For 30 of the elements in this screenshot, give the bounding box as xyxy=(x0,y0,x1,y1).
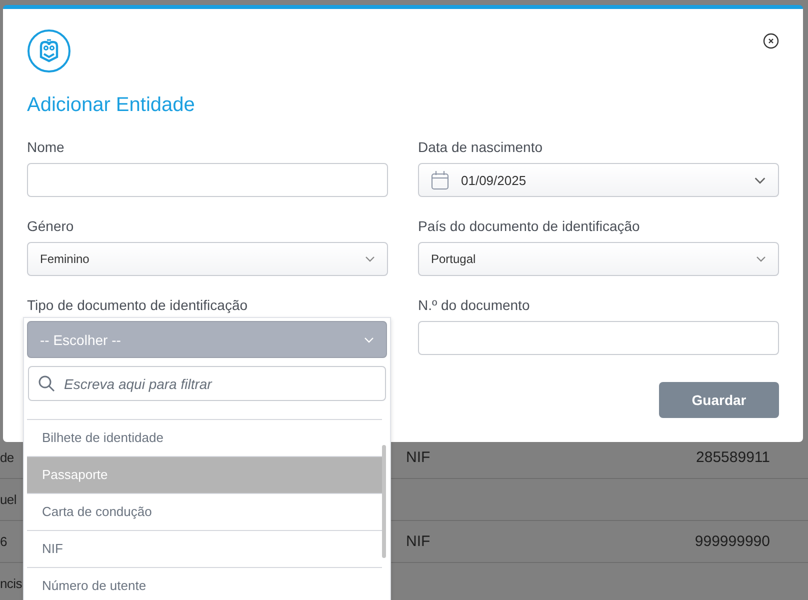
logo-icon xyxy=(27,29,71,73)
filter-field[interactable]: Escreva aqui para filtrar xyxy=(28,366,386,401)
text-field[interactable] xyxy=(27,163,388,197)
table-cell: NIF xyxy=(406,533,430,550)
table-cell: ncis xyxy=(0,576,22,591)
chevron-icon xyxy=(756,256,766,262)
table-cell: de xyxy=(0,450,14,465)
select-field[interactable]: Feminino xyxy=(27,242,388,276)
table-cell: 285589911 xyxy=(696,449,770,466)
table-cell: NIF xyxy=(406,449,430,466)
table-cell: 6 xyxy=(0,534,7,549)
scrollbar[interactable] xyxy=(382,445,386,558)
chevron-icon xyxy=(754,176,766,184)
field-label: Género xyxy=(27,218,75,234)
close-button[interactable] xyxy=(763,33,779,49)
field-label: N.º do documento xyxy=(418,297,531,313)
field-label: Data de nascimento xyxy=(418,139,544,155)
select-field[interactable]: Portugal xyxy=(418,242,779,276)
date-field[interactable]: 01/09/2025 xyxy=(418,163,779,197)
save-button[interactable]: Guardar xyxy=(659,382,779,418)
field-label: Tipo de documento de identificação xyxy=(27,297,249,313)
field-label: Nome xyxy=(27,139,66,155)
calendar-icon xyxy=(431,170,449,190)
dialog-title: Adicionar Entidade xyxy=(27,94,196,117)
chevron-icon xyxy=(364,336,374,342)
text-field[interactable] xyxy=(418,321,779,355)
field-label: País do documento de identificação xyxy=(418,218,641,234)
chevron-icon xyxy=(365,256,375,262)
table-cell: uel xyxy=(0,492,16,507)
table-cell: 999999990 xyxy=(694,533,770,550)
